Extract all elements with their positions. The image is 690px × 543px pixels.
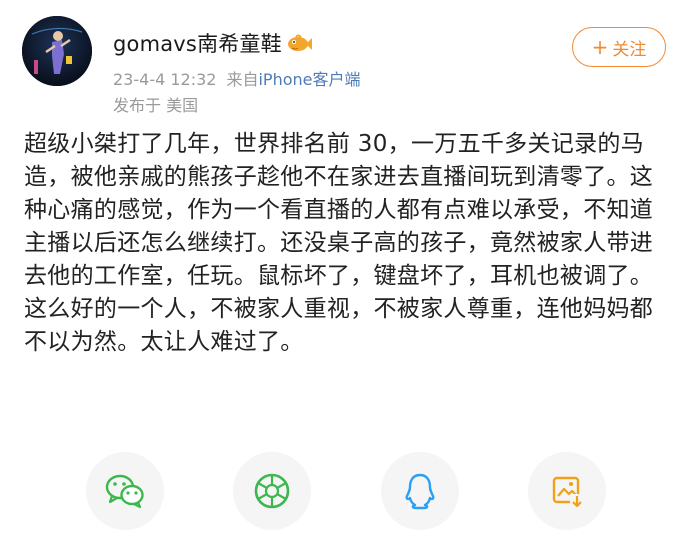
qq-icon xyxy=(405,473,435,510)
post-timestamp: 23-4-4 12:32 xyxy=(113,70,217,89)
follow-label: 关注 xyxy=(612,39,647,60)
share-qq-button[interactable] xyxy=(380,452,459,530)
share-bar xyxy=(86,452,606,530)
share-wechat-button[interactable] xyxy=(86,452,164,530)
username-row: gomavs南希童鞋 xyxy=(113,28,312,58)
follow-button[interactable]: + 关注 xyxy=(572,27,666,67)
save-image-icon xyxy=(552,476,584,508)
moments-icon xyxy=(255,473,290,509)
post-meta: 23-4-4 12:32 来自iPhone客户端 xyxy=(113,66,361,90)
save-image-button[interactable] xyxy=(527,452,606,530)
source-prefix: 来自 xyxy=(226,70,259,89)
source-client-link[interactable]: iPhone客户端 xyxy=(258,70,360,89)
wechat-icon xyxy=(105,474,144,509)
avatar-image xyxy=(22,16,92,86)
plus-icon: + xyxy=(591,35,609,59)
username[interactable]: gomavs南希童鞋 xyxy=(113,28,282,58)
fish-badge-icon[interactable] xyxy=(286,33,312,53)
avatar[interactable] xyxy=(22,16,92,86)
post-body: 超级小桀打了几年，世界排名前 30，一万五千多关记录的马造，被他亲戚的熊孩子趁他… xyxy=(24,131,654,355)
share-moments-button[interactable] xyxy=(233,452,312,530)
weibo-post-card: gomavs南希童鞋 23-4-4 12:32 来自iPhone客户端 发布于 美… xyxy=(0,0,690,543)
post-location: 发布于 美国 xyxy=(113,96,199,115)
